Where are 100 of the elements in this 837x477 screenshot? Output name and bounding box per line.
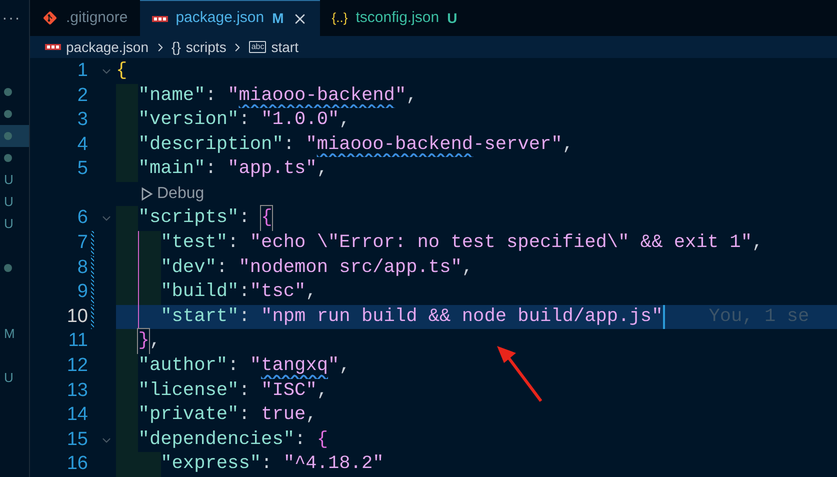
code-token: , <box>306 280 317 304</box>
code-token: : <box>228 354 240 378</box>
breadcrumb-item[interactable]: start <box>271 36 298 58</box>
code-token: { <box>316 428 328 452</box>
line-number: 9 <box>77 281 88 302</box>
code-token: : <box>228 231 240 256</box>
code-token: , <box>752 231 764 256</box>
code-token: "npm run build && node build/app.js" <box>261 304 663 329</box>
code-token: : <box>205 84 218 108</box>
code-token: "build" <box>160 280 239 304</box>
code-token: } <box>138 329 150 354</box>
code-token: tangxq <box>261 354 328 378</box>
code-token: : <box>238 206 251 230</box>
line-number: 13 <box>66 380 88 401</box>
code-token: : <box>238 304 251 329</box>
code-token: : <box>238 378 251 403</box>
line-number: 5 <box>77 158 88 180</box>
code-token: "main" <box>138 157 206 182</box>
line-number: 1 <box>77 60 88 81</box>
code-token: "scripts" <box>138 206 239 230</box>
json-icon: {..} <box>332 8 348 28</box>
git-status-letter: U <box>4 193 14 212</box>
code-token: : <box>205 157 218 182</box>
line-number: 14 <box>66 404 88 426</box>
breadcrumb-item[interactable]: package.json <box>66 36 149 58</box>
code-token: "author" <box>138 354 228 378</box>
line-number: 15 <box>66 428 88 450</box>
code-token: : <box>238 403 251 428</box>
code-token: , <box>339 108 350 132</box>
code-token: "license" <box>138 378 239 403</box>
text-cursor <box>662 304 665 330</box>
breadcrumb-item[interactable]: scripts <box>186 36 226 58</box>
npm-logo-icon <box>152 16 168 22</box>
code-token: , <box>306 403 317 428</box>
code-token: " <box>250 354 262 378</box>
string-icon: abc <box>249 41 266 54</box>
code-token: , <box>406 84 418 108</box>
code-token: true <box>261 403 306 428</box>
code-token: miaooo-backend <box>238 84 395 108</box>
line-number: 10 <box>66 306 88 327</box>
git-status-letter: U <box>447 8 458 28</box>
code-token: " <box>394 84 406 108</box>
code-token: , <box>316 157 328 182</box>
code-token: -server" <box>473 132 562 157</box>
line-number: 3 <box>77 109 88 130</box>
git-status-letter: U <box>4 369 14 388</box>
code-token: "test" <box>160 231 228 256</box>
debug-codelens[interactable]: Debug <box>157 182 204 206</box>
code-token: , <box>462 256 474 280</box>
git-status-letter: M <box>272 9 284 28</box>
code-token: "echo \"Error: no test specified\" && exit 1" <box>250 231 752 256</box>
git-status-letter: M <box>4 325 15 344</box>
code-token: "ISC" <box>261 378 317 403</box>
more-actions-icon[interactable]: ··· <box>2 6 21 30</box>
tab-label: tsconfig.json <box>356 8 440 28</box>
line-number: 7 <box>77 232 88 254</box>
code-token: "start" <box>160 304 239 329</box>
play-outline-icon[interactable] <box>141 187 153 202</box>
line-number: 2 <box>77 84 88 106</box>
code-token: , <box>149 329 161 354</box>
indent-guide <box>116 206 138 232</box>
line-number: 11 <box>68 330 88 352</box>
code-token: "dependencies" <box>138 428 295 452</box>
line-number: 12 <box>66 355 88 376</box>
code-token: "tsc" <box>250 280 306 304</box>
code-token: "version" <box>138 108 239 132</box>
code-token: miaooo-backend <box>316 132 474 157</box>
tab-label: .gitignore <box>66 8 128 28</box>
code-token: "description" <box>138 132 284 157</box>
code-token: { <box>261 206 272 232</box>
braces-icon: {} <box>172 36 181 58</box>
code-token: "^4.18.2" <box>283 452 384 476</box>
code-token: , <box>316 378 328 403</box>
code-token: " <box>228 84 239 108</box>
line-number: 4 <box>77 134 88 155</box>
line-number: 8 <box>77 256 88 278</box>
code-token: : <box>216 256 229 280</box>
code-token: "app.ts" <box>228 157 317 182</box>
code-token: " <box>328 354 340 378</box>
git-status-letter: U <box>4 171 14 190</box>
code-token: "1.0.0" <box>261 108 340 132</box>
code-token: "express" <box>160 452 262 476</box>
code-token: "nodemon src/app.ts" <box>238 256 462 280</box>
code-token: : <box>294 428 307 452</box>
indent-guide <box>116 280 138 305</box>
line-number: 6 <box>77 207 88 228</box>
code-token: { <box>116 58 128 83</box>
code-token: "private" <box>138 403 239 428</box>
code-token: : <box>238 108 251 132</box>
npm-logo-icon <box>45 44 61 50</box>
explorer-row[interactable] <box>0 125 29 147</box>
code-token: , <box>339 354 350 378</box>
code-token: " <box>306 132 317 157</box>
editor-tab[interactable]: package.json M <box>140 0 320 36</box>
line-number: 16 <box>66 453 88 474</box>
code-token: "name" <box>138 84 206 108</box>
code-token: , <box>562 132 574 157</box>
code-token: "dev" <box>160 256 216 280</box>
code-token: : <box>283 132 296 157</box>
tab-label: package.json <box>176 8 264 28</box>
